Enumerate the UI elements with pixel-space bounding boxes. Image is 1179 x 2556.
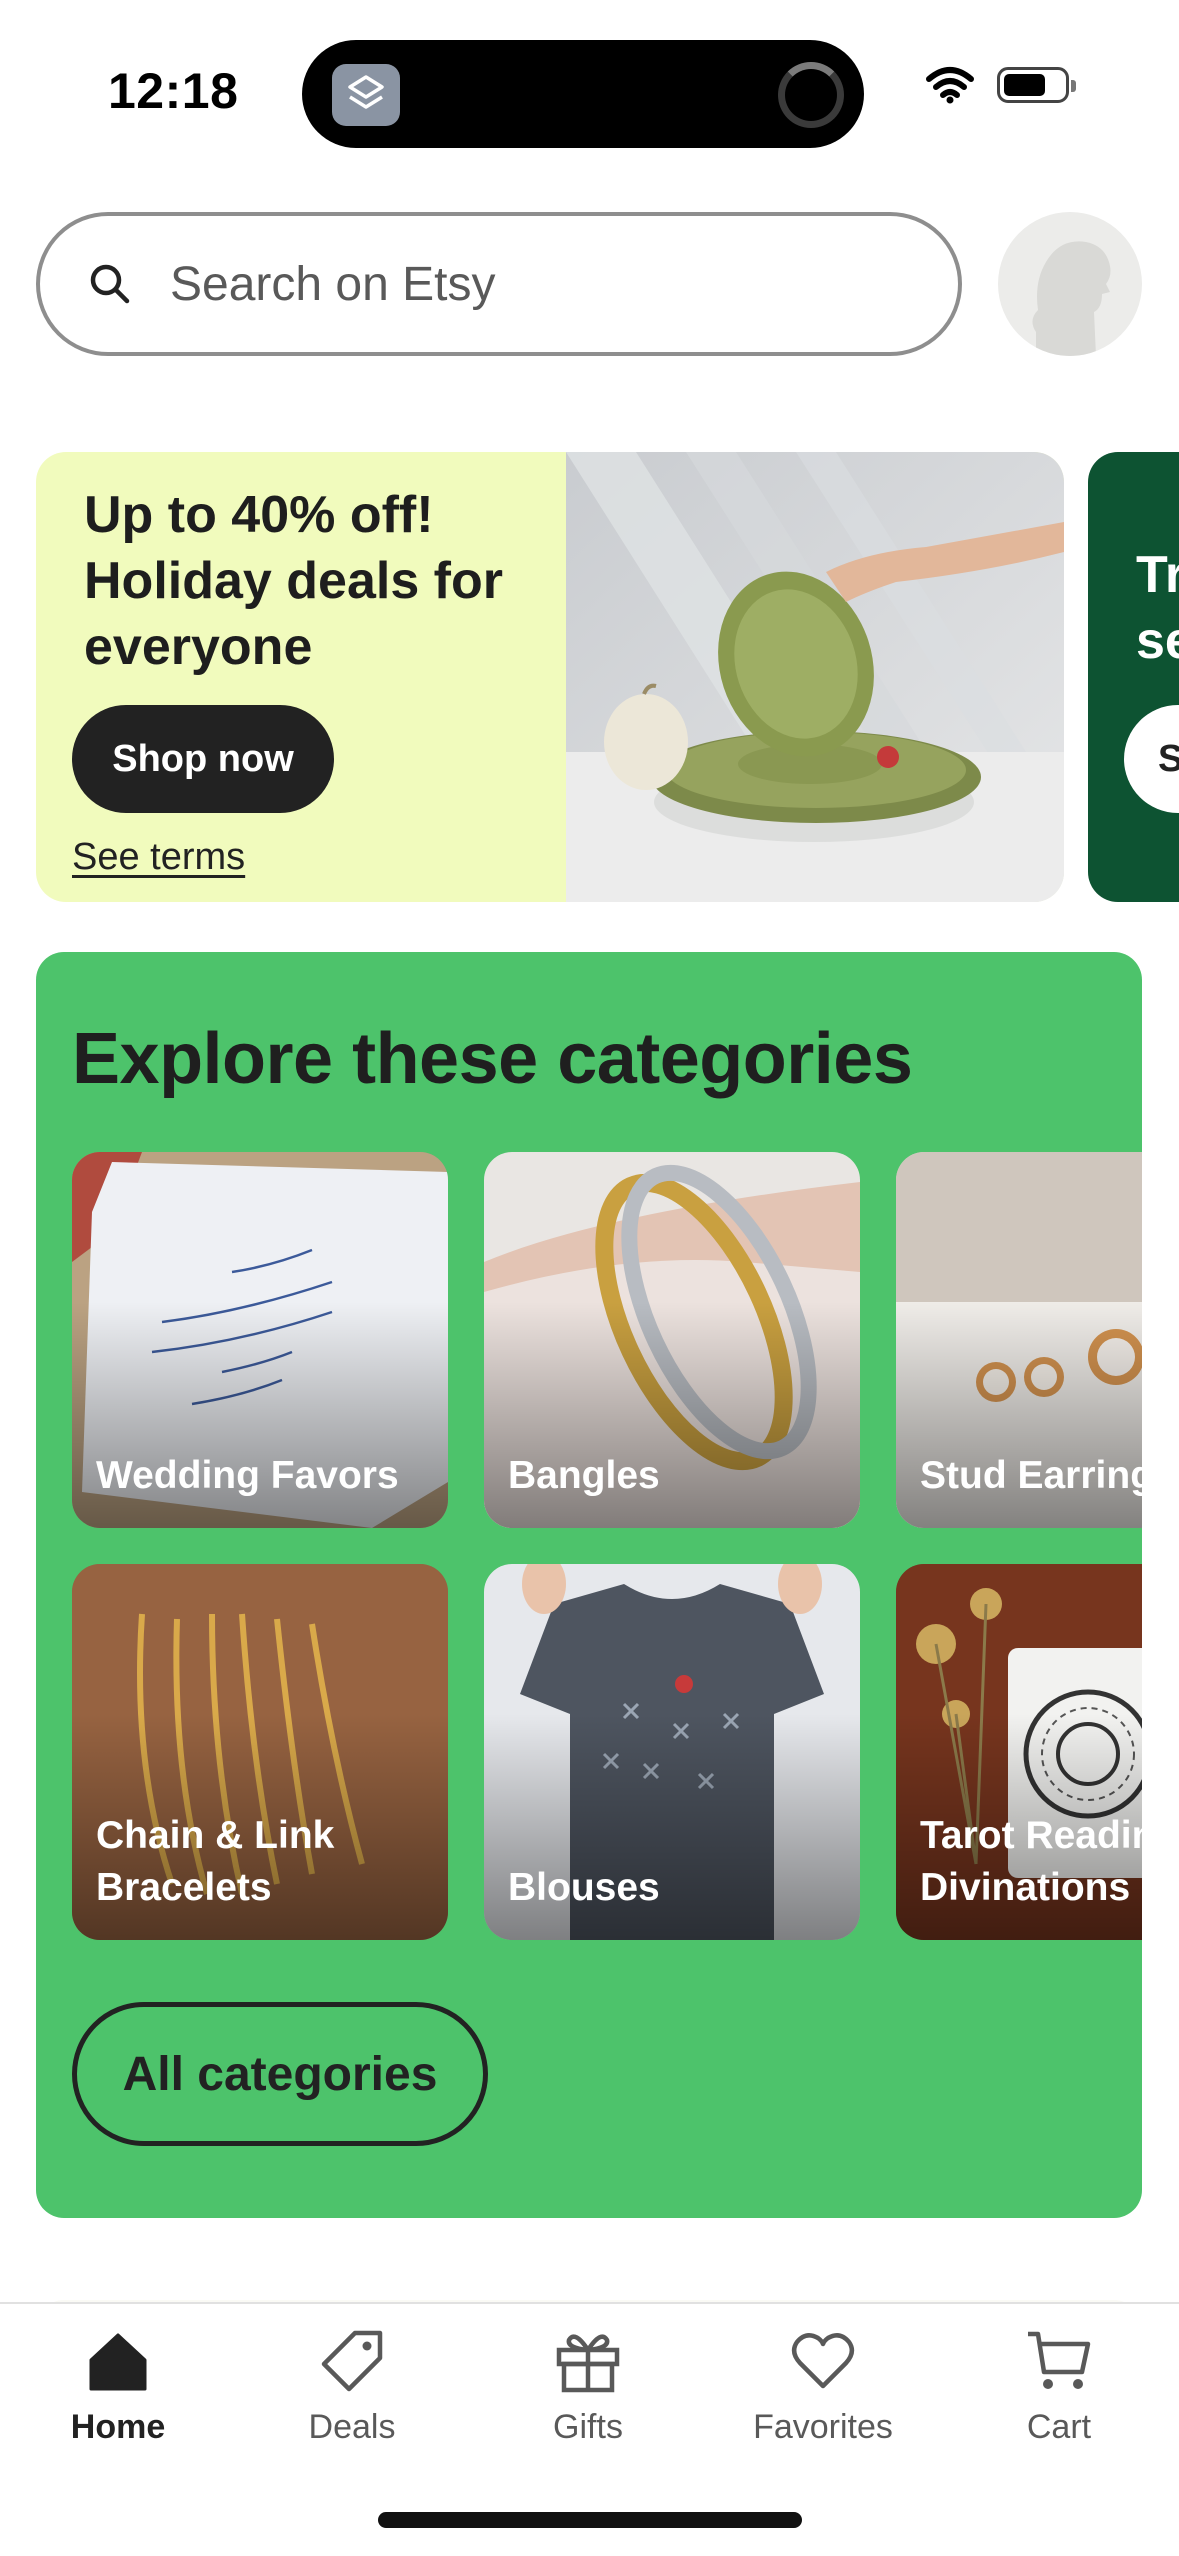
loading-spinner-icon [778,62,844,128]
tab-favorites[interactable]: Favorites [713,2326,933,2476]
tab-cart[interactable]: Cart [949,2326,1169,2476]
category-tile-blouses[interactable]: Blouses [484,1564,860,1940]
tab-label: Favorites [753,2408,893,2446]
search-placeholder: Search on Etsy [170,257,496,311]
tile-label: Bangles [508,1454,660,1497]
tab-label: Home [70,2408,166,2446]
category-tile-chain-link-bracelets[interactable]: Chain & Link Bracelets [72,1564,448,1940]
tile-label: Chain & Link Bracelets [96,1814,335,1909]
tab-label: Cart [1026,2408,1092,2446]
tab-label: Gifts [553,2408,623,2446]
shop-now-button[interactable]: Shop now [72,705,334,813]
promo-image [566,452,1064,902]
search-icon [90,264,130,304]
app-switcher-icon [332,64,400,126]
promo-next-button[interactable]: S [1124,705,1179,813]
tab-home[interactable]: Home [8,2326,228,2476]
all-categories-button[interactable]: All categories [72,2002,488,2146]
search-input[interactable]: Search on Etsy [36,212,962,356]
category-tile-bangles[interactable]: Bangles [484,1152,860,1528]
tile-label: Tarot Reading Divinations [920,1814,1142,1909]
heart-icon [791,2333,855,2389]
wifi-icon [926,67,974,104]
status-time: 12:18 [108,63,239,119]
categories-panel: Explore these categories Wedding Favors [36,952,1142,2218]
status-bar: 12:18 [0,0,1179,180]
cart-icon [1028,2331,1091,2389]
gift-icon [556,2334,620,2393]
tile-label: Blouses [508,1866,660,1909]
avatar[interactable] [998,212,1142,356]
dynamic-island [302,40,864,148]
promo-title: Up to 40% off! Holiday deals for everyon… [84,486,503,676]
user-silhouette-icon [1032,241,1111,356]
tab-gifts[interactable]: Gifts [478,2326,698,2476]
battery-icon [997,67,1076,103]
promo-banner-text: Up to 40% off! Holiday deals for everyon… [36,452,566,902]
promo-banner[interactable]: Up to 40% off! Holiday deals for everyon… [36,452,1064,902]
tab-deals[interactable]: Deals [242,2326,462,2476]
categories-title: Explore these categories [72,1019,913,1099]
battery-level [1004,74,1045,96]
category-tile-wedding-favors[interactable]: Wedding Favors [72,1152,448,1528]
promo-next-title: Tr se [1136,546,1179,670]
tile-label: Stud Earrings [920,1454,1142,1497]
tab-label: Deals [308,2408,396,2446]
tile-label: Wedding Favors [96,1454,399,1497]
status-icons [925,66,1076,104]
see-terms-link[interactable]: See terms [72,836,245,879]
home-indicator[interactable] [378,2512,802,2528]
category-tile-stud-earrings[interactable]: Stud Earrings [896,1152,1142,1528]
etsy-home-screen: 12:18 Search on Etsy Up to 40% off! Holi… [0,0,1179,2556]
home-icon [89,2333,147,2391]
tag-icon [321,2330,383,2392]
promo-banner-next[interactable]: Tr se S [1088,452,1179,902]
category-tile-tarot-reading[interactable]: Tarot Reading Divinations [896,1564,1142,1940]
